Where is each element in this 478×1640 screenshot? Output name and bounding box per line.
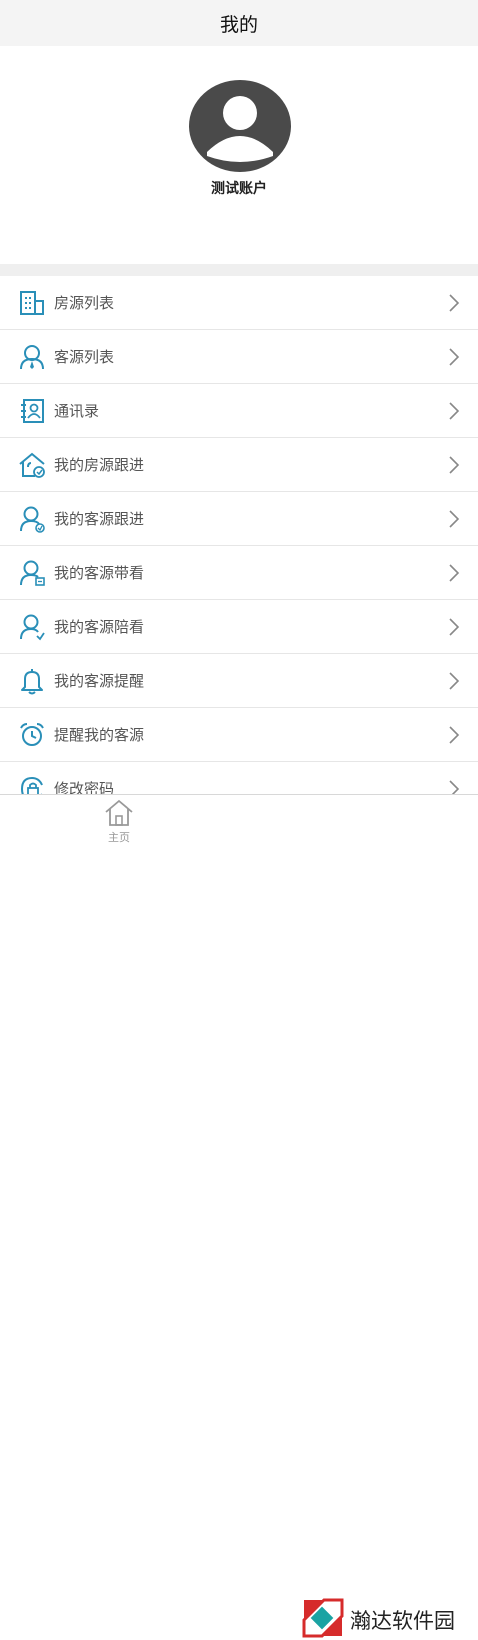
home-icon xyxy=(105,799,133,826)
house-follow-icon xyxy=(19,452,45,478)
customer-follow-icon xyxy=(20,506,45,533)
chevron-right-icon xyxy=(449,726,460,744)
building-icon xyxy=(20,291,44,315)
page-title: 我的 xyxy=(219,13,258,36)
password-icon xyxy=(20,776,43,794)
tab-home[interactable]: 主页 xyxy=(94,799,144,847)
user-avatar-icon[interactable] xyxy=(189,80,291,172)
chevron-right-icon xyxy=(449,780,460,794)
customer-icon xyxy=(20,345,44,370)
menu-item-my-customer-viewing[interactable]: 我的客源带看 xyxy=(0,546,478,600)
menu-item-house-list[interactable]: 房源列表 xyxy=(0,276,478,330)
chevron-right-icon xyxy=(449,294,460,312)
menu-item-label: 我的客源提醒 xyxy=(54,672,145,690)
chevron-right-icon xyxy=(449,402,460,420)
menu-item-my-house-follow[interactable]: 我的房源跟进 xyxy=(0,438,478,492)
account-name: 测试账户 xyxy=(211,181,267,197)
menu-item-remind-my-customer[interactable]: 提醒我的客源 xyxy=(0,708,478,762)
menu-item-label: 我的客源带看 xyxy=(54,564,145,582)
chevron-right-icon xyxy=(449,672,460,690)
customer-accompany-icon xyxy=(20,614,45,641)
chevron-right-icon xyxy=(449,510,460,528)
header-bar: 我的 xyxy=(0,0,478,46)
menu-list: 房源列表 客源列表 通讯录 我的房源跟进 我的客源跟进 我的客源带看 我的客源陪… xyxy=(0,276,478,794)
menu-item-customer-list[interactable]: 客源列表 xyxy=(0,330,478,384)
watermark-logo-icon xyxy=(302,1598,344,1638)
menu-item-label: 通讯录 xyxy=(54,402,100,420)
chevron-right-icon xyxy=(449,564,460,582)
menu-item-label: 客源列表 xyxy=(54,348,115,366)
watermark: 瀚达软件园 xyxy=(300,1596,470,1640)
menu-item-my-customer-accompany[interactable]: 我的客源陪看 xyxy=(0,600,478,654)
alarm-clock-icon xyxy=(20,723,44,746)
menu-item-label: 我的客源陪看 xyxy=(54,618,145,636)
bell-icon xyxy=(21,669,43,695)
chevron-right-icon xyxy=(449,618,460,636)
contacts-icon xyxy=(21,399,44,423)
customer-viewing-icon xyxy=(20,560,45,586)
menu-item-change-password[interactable]: 修改密码 xyxy=(0,762,478,794)
chevron-right-icon xyxy=(449,456,460,474)
profile-section: 测试账户 xyxy=(0,46,478,264)
menu-item-label: 提醒我的客源 xyxy=(54,726,145,744)
bottom-tab-bar: 主页 瀚达软件园 xyxy=(0,794,478,1638)
menu-item-label: 我的客源跟进 xyxy=(54,510,145,528)
menu-item-label: 房源列表 xyxy=(54,294,115,312)
section-divider xyxy=(0,264,478,276)
menu-item-label: 修改密码 xyxy=(54,780,115,794)
menu-item-label: 我的房源跟进 xyxy=(54,456,145,474)
menu-item-contacts[interactable]: 通讯录 xyxy=(0,384,478,438)
watermark-text: 瀚达软件园 xyxy=(350,1609,455,1633)
menu-item-my-customer-reminder[interactable]: 我的客源提醒 xyxy=(0,654,478,708)
chevron-right-icon xyxy=(449,348,460,366)
tab-home-label: 主页 xyxy=(108,831,130,844)
menu-item-my-customer-follow[interactable]: 我的客源跟进 xyxy=(0,492,478,546)
